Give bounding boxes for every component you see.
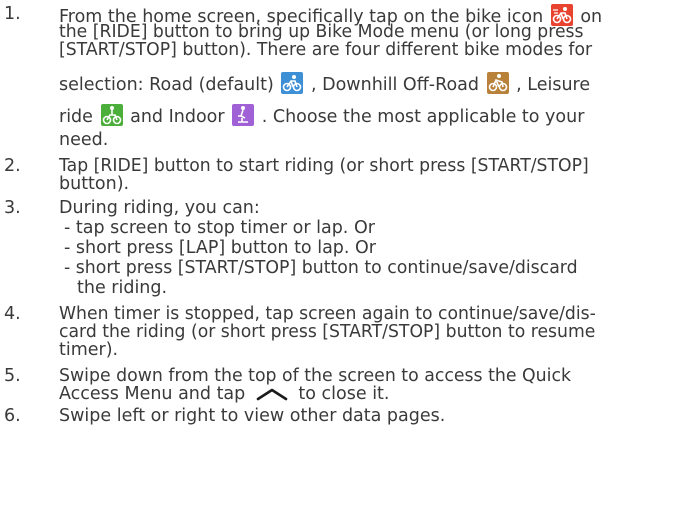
instruction-page: 1. From the home screen, specifically ta… bbox=[0, 0, 688, 506]
chevron-up-icon bbox=[255, 386, 289, 401]
step-2-line-1: Tap [RIDE] button to start riding (or sh… bbox=[59, 156, 589, 176]
step-number: 5. bbox=[4, 366, 21, 386]
step-3-line-3: - short press [LAP] button to lap. Or bbox=[64, 238, 376, 258]
step-5-line-2: Access Menu and tap to close it. bbox=[59, 384, 390, 404]
step-3-line-5: the riding. bbox=[77, 278, 168, 298]
step-4-line-1: When timer is stopped, tap screen again … bbox=[59, 304, 596, 324]
step-6-line-1: Swipe left or right to view other data p… bbox=[59, 406, 446, 426]
step-4-line-3: timer). bbox=[59, 340, 119, 360]
leisure-ride-icon bbox=[100, 104, 123, 126]
step-2-line-2: button). bbox=[59, 174, 130, 194]
step-number: 4. bbox=[4, 304, 21, 324]
step-1-line-2: the [RIDE] button to bring up Bike Mode … bbox=[59, 22, 584, 42]
indoor-bike-icon bbox=[232, 104, 255, 126]
step-number: 1. bbox=[4, 4, 21, 24]
step-4-line-2: card the riding (or short press [START/S… bbox=[59, 322, 596, 342]
step-1-line-6: need. bbox=[59, 130, 109, 150]
step-1-line-4: selection: Road (default) , Downhill Off… bbox=[59, 72, 681, 95]
step-3-line-1: During riding, you can: bbox=[59, 198, 260, 218]
step-number: 2. bbox=[4, 156, 21, 176]
step-5-line-1: Swipe down from the top of the screen to… bbox=[59, 366, 572, 386]
step-number: 6. bbox=[4, 406, 21, 426]
step-1-line-5: ride and Indoor . Choose the most applic… bbox=[59, 104, 681, 127]
step-1-line-3: [START/STOP] button). There are four dif… bbox=[59, 40, 593, 60]
step-3-line-4: - short press [START/STOP] button to con… bbox=[64, 258, 578, 278]
step-number: 3. bbox=[4, 198, 21, 218]
downhill-bike-icon bbox=[486, 72, 509, 94]
road-bike-icon bbox=[281, 72, 304, 94]
step-3-line-2: - tap screen to stop timer or lap. Or bbox=[64, 218, 375, 238]
